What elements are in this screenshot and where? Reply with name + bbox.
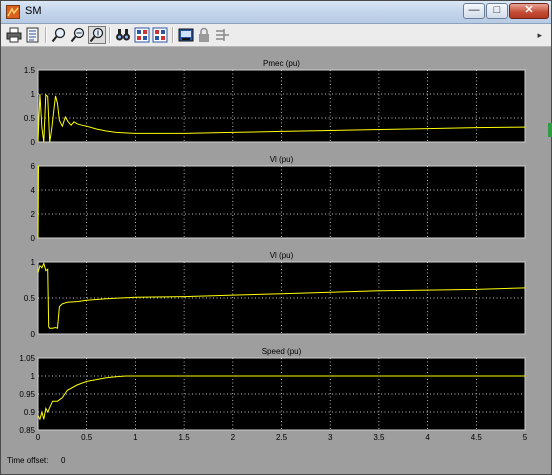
scope-plots[interactable]: Pmec (pu) 0 0.5 1 1.5 Vl (pu) 0 2 4 6 Vl (pu) 0 0.5 1… xyxy=(1,47,551,475)
x-tick-label: 1 xyxy=(133,433,138,442)
zoom-y-icon[interactable] xyxy=(88,26,106,44)
y-tick-label: 0.85 xyxy=(19,426,35,435)
title-bar[interactable]: SM — □ ✕ xyxy=(1,1,551,24)
toolbar-separator xyxy=(45,27,47,43)
x-tick-label: 0.5 xyxy=(81,433,93,442)
lock-icon[interactable] xyxy=(196,27,212,43)
x-tick-label: 1.5 xyxy=(179,433,191,442)
time-offset-value: 0 xyxy=(61,456,66,465)
parameters-icon[interactable] xyxy=(25,27,41,43)
axes-4-title: Speed (pu) xyxy=(262,347,302,356)
save-axes-icon[interactable] xyxy=(134,27,150,43)
axes-3-title: Vl (pu) xyxy=(270,251,294,260)
toolbar-separator xyxy=(109,27,111,43)
y-tick-label: 4 xyxy=(31,186,36,195)
minimize-button[interactable]: — xyxy=(463,3,485,19)
y-tick-label: 0 xyxy=(31,234,36,243)
y-tick-label: 0.9 xyxy=(24,408,36,417)
close-button[interactable]: ✕ xyxy=(509,3,549,19)
scope-window: SM — □ ✕ ▸ Pmec (pu) 0 0.5 1 1.5 Vl (pu)… xyxy=(0,0,552,475)
y-tick-label: 0 xyxy=(31,330,36,339)
x-tick-label: 2 xyxy=(231,433,236,442)
autoscale-icon[interactable] xyxy=(115,27,131,43)
toolbar-separator xyxy=(172,27,174,43)
time-offset-label: Time offset: xyxy=(7,456,49,465)
x-tick-label: 4.5 xyxy=(471,433,483,442)
axes-1-title: Pmec (pu) xyxy=(263,59,300,68)
x-tick-label: 3.5 xyxy=(373,433,385,442)
y-tick-label: 0.95 xyxy=(19,390,35,399)
y-tick-label: 1 xyxy=(31,372,36,381)
y-tick-label: 0.5 xyxy=(24,114,36,123)
y-tick-label: 2 xyxy=(31,210,36,219)
toolbar-overflow-icon[interactable]: ▸ xyxy=(537,30,542,41)
resize-handle[interactable] xyxy=(548,123,552,137)
matlab-app-icon xyxy=(6,5,20,19)
signal-selector-icon[interactable] xyxy=(214,27,230,43)
window-title: SM xyxy=(25,5,42,17)
restore-axes-icon[interactable] xyxy=(152,27,168,43)
axes-2-title: Vl (pu) xyxy=(270,155,294,164)
y-tick-label: 0 xyxy=(31,138,36,147)
y-tick-label: 1.5 xyxy=(24,66,36,75)
y-tick-label: 1 xyxy=(31,258,36,267)
print-icon[interactable] xyxy=(6,27,22,43)
x-tick-label: 2.5 xyxy=(276,433,288,442)
x-tick-label: 0 xyxy=(36,433,41,442)
y-tick-label: 0.5 xyxy=(24,294,36,303)
x-tick-label: 5 xyxy=(523,433,528,442)
zoom-icon[interactable] xyxy=(51,27,67,43)
floating-scope-icon[interactable] xyxy=(178,27,194,43)
y-tick-label: 6 xyxy=(31,162,36,171)
x-tick-label: 4 xyxy=(425,433,430,442)
y-tick-label: 1.05 xyxy=(19,354,35,363)
x-tick-label: 3 xyxy=(328,433,333,442)
zoom-x-icon[interactable] xyxy=(70,27,86,43)
y-tick-label: 1 xyxy=(31,90,36,99)
maximize-button[interactable]: □ xyxy=(486,3,508,19)
scope-toolbar: ▸ xyxy=(1,24,551,47)
